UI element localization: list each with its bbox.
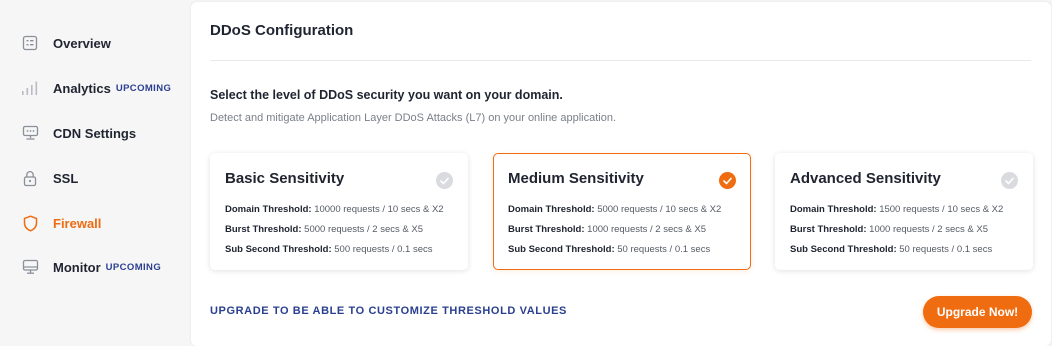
- domain-threshold: Domain Threshold: 5000 requests / 10 sec…: [508, 204, 722, 215]
- basic-sensitivity-card[interactable]: Basic Sensitivity Domain Threshold: 1000…: [210, 153, 468, 270]
- card-title: Medium Sensitivity: [508, 170, 644, 187]
- burst-threshold: Burst Threshold: 1000 requests / 2 secs …: [790, 224, 988, 235]
- shield-icon: [20, 213, 40, 233]
- check-icon: [436, 172, 453, 189]
- sidebar-item-ssl[interactable]: SSL: [20, 168, 78, 188]
- card-title: Advanced Sensitivity: [790, 170, 941, 187]
- domain-threshold: Domain Threshold: 10000 requests / 10 se…: [225, 204, 444, 215]
- analytics-icon: [20, 78, 40, 98]
- page-title: DDoS Configuration: [210, 22, 354, 39]
- sidebar-item-label: Overview: [53, 35, 111, 51]
- sub-second-threshold: Sub Second Threshold: 50 requests / 0.1 …: [508, 244, 711, 255]
- section-description: Detect and mitigate Application Layer DD…: [210, 112, 617, 124]
- sidebar-item-analytics[interactable]: Analytics UPCOMING: [20, 78, 171, 98]
- check-icon: [719, 172, 736, 189]
- ddos-configuration-panel: DDoS Configuration Select the level of D…: [191, 2, 1051, 346]
- sidebar-item-monitor[interactable]: Monitor UPCOMING: [20, 257, 161, 277]
- burst-threshold: Burst Threshold: 1000 requests / 2 secs …: [508, 224, 706, 235]
- section-heading: Select the level of DDoS security you wa…: [210, 88, 563, 102]
- check-icon: [1001, 172, 1018, 189]
- sidebar-item-firewall[interactable]: Firewall: [20, 213, 101, 233]
- burst-threshold: Burst Threshold: 5000 requests / 2 secs …: [225, 224, 423, 235]
- domain-threshold: Domain Threshold: 1500 requests / 10 sec…: [790, 204, 1004, 215]
- upcoming-badge: UPCOMING: [115, 82, 172, 94]
- sub-second-threshold: Sub Second Threshold: 500 requests / 0.1…: [225, 244, 433, 255]
- sidebar-item-label: SSL: [53, 170, 79, 186]
- medium-sensitivity-card[interactable]: Medium Sensitivity Domain Threshold: 500…: [493, 153, 751, 270]
- sidebar-item-label: Monitor: [53, 259, 101, 275]
- card-title: Basic Sensitivity: [225, 170, 345, 187]
- sidebar: Overview Analytics UPCOMING CDN Settings…: [0, 0, 190, 346]
- sidebar-item-label: CDN Settings: [53, 125, 137, 141]
- divider: [210, 60, 1031, 61]
- upgrade-note: UPGRADE TO BE ABLE TO CUSTOMIZE THRESHOL…: [210, 305, 567, 317]
- cdn-icon: [20, 123, 40, 143]
- sidebar-item-label: Analytics: [53, 80, 111, 96]
- advanced-sensitivity-card[interactable]: Advanced Sensitivity Domain Threshold: 1…: [775, 153, 1033, 270]
- overview-icon: [20, 33, 40, 53]
- monitor-icon: [20, 257, 40, 277]
- sidebar-item-cdn-settings[interactable]: CDN Settings: [20, 123, 136, 143]
- sub-second-threshold: Sub Second Threshold: 50 requests / 0.1 …: [790, 244, 993, 255]
- upcoming-badge: UPCOMING: [105, 261, 162, 273]
- sidebar-item-overview[interactable]: Overview: [20, 33, 111, 53]
- upgrade-now-button[interactable]: Upgrade Now!: [923, 296, 1032, 328]
- lock-icon: [20, 168, 40, 188]
- sidebar-item-label: Firewall: [53, 215, 102, 231]
